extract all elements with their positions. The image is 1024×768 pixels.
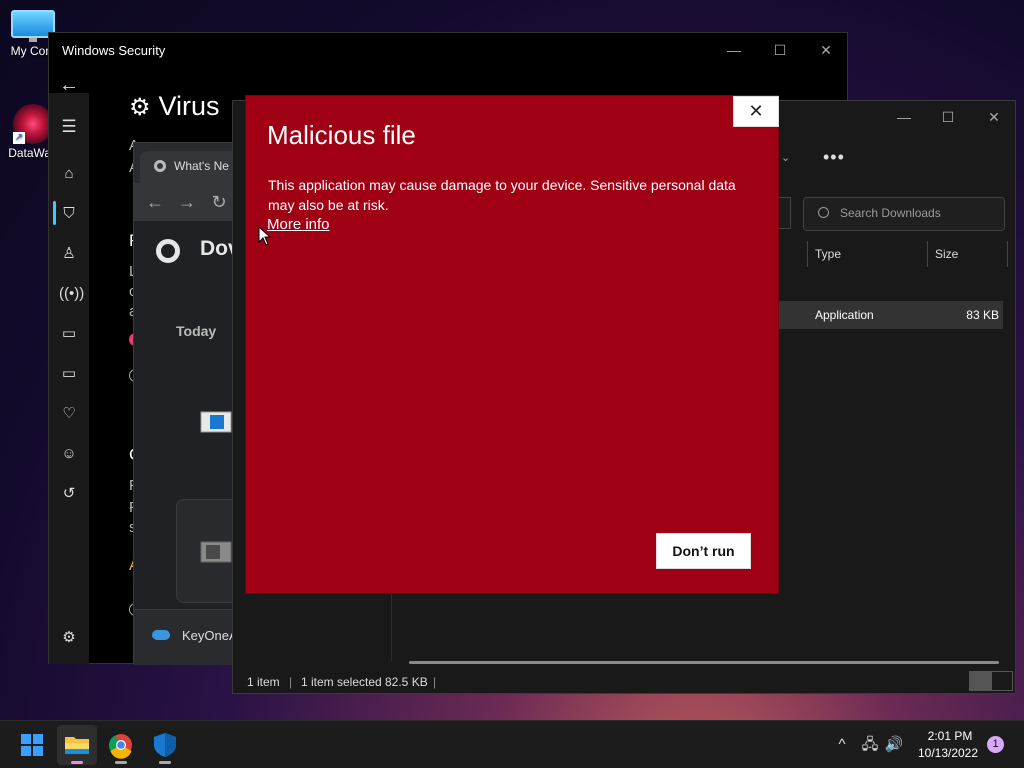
column-header-size[interactable]: Size: [935, 247, 958, 261]
minimize-button[interactable]: —: [893, 106, 915, 128]
datawag-app-icon: ↗: [13, 104, 53, 144]
app-browser-icon[interactable]: ▭: [59, 324, 79, 344]
maximize-button[interactable]: ☐: [769, 39, 791, 61]
shortcut-arrow-icon: ↗: [13, 132, 25, 144]
downloads-date-heading: Today: [176, 323, 217, 339]
forward-icon[interactable]: →: [176, 191, 198, 213]
start-button[interactable]: [12, 725, 52, 765]
chrome-tab-title: What's Ne: [174, 159, 229, 173]
close-button[interactable]: ✕: [815, 39, 837, 61]
dialog-close-button[interactable]: ✕: [733, 96, 779, 127]
column-divider[interactable]: [927, 241, 928, 267]
selected-nav-indicator: [53, 201, 56, 225]
dialog-title: Malicious file: [267, 120, 416, 150]
details-view-button[interactable]: [969, 671, 991, 691]
health-icon[interactable]: ♡: [59, 404, 79, 424]
back-arrow-icon[interactable]: ←: [59, 75, 79, 95]
film-file-icon: [200, 541, 232, 563]
security-shield-icon: [154, 733, 176, 757]
dont-run-button[interactable]: Don’t run: [656, 533, 751, 569]
more-info-link[interactable]: More info: [267, 216, 330, 233]
clock-date[interactable]: 10/13/2022: [912, 746, 984, 760]
running-indicator: [159, 761, 171, 764]
search-box[interactable]: [803, 197, 1005, 231]
status-selected-count: 1 item selected: [301, 675, 382, 689]
file-type: Application: [815, 308, 874, 322]
folder-icon: [65, 737, 89, 754]
settings-gear-icon[interactable]: ⚙: [59, 628, 79, 648]
onedrive-cloud-icon: [152, 630, 170, 640]
family-icon[interactable]: ☺: [59, 444, 79, 464]
title-bar[interactable]: Windows Security — ☐ ✕: [49, 33, 847, 67]
page-title-text: Virus: [158, 91, 220, 121]
status-item-count: 1 item: [247, 675, 280, 689]
reload-icon[interactable]: ↻: [208, 191, 230, 213]
taskbar: ^ 🖧 🔊 2:01 PM 10/13/2022 1: [0, 720, 1024, 768]
search-icon: [818, 207, 829, 218]
mouse-cursor-icon: [258, 226, 272, 246]
tiles-view-button[interactable]: [991, 671, 1013, 691]
chevron-down-icon[interactable]: ⌄: [781, 151, 790, 164]
file-size: 83 KB: [966, 308, 999, 322]
taskbar-windows-security[interactable]: [145, 725, 185, 765]
device-security-icon[interactable]: ▭: [59, 364, 79, 384]
horizontal-scrollbar[interactable]: [409, 661, 999, 664]
volume-icon[interactable]: 🔊: [884, 735, 904, 755]
running-indicator: [115, 761, 127, 764]
chrome-logo-icon: [156, 239, 180, 263]
taskbar-file-explorer[interactable]: [57, 725, 97, 765]
malicious-file-dialog: ✕ Malicious file This application may ca…: [245, 95, 779, 594]
taskbar-chrome[interactable]: [101, 725, 141, 765]
home-icon[interactable]: ⌂: [59, 164, 79, 184]
active-indicator: [71, 761, 83, 764]
clock-time[interactable]: 2:01 PM: [918, 729, 982, 743]
network-icon[interactable]: 🖧: [860, 735, 880, 755]
status-bar: 1 item | 1 item selected 82.5 KB |: [233, 671, 1015, 695]
back-icon[interactable]: ←: [144, 191, 166, 213]
column-header-type[interactable]: Type: [815, 247, 841, 261]
chrome-tab-icon: [154, 160, 166, 172]
column-divider[interactable]: [1007, 241, 1008, 267]
virus-protection-gear-icon: ⚙: [129, 94, 151, 121]
maximize-button[interactable]: ☐: [937, 106, 959, 128]
shield-icon[interactable]: ⛉: [59, 204, 79, 224]
page-title: ⚙ Virus: [129, 91, 220, 122]
windows-start-icon: [21, 734, 43, 756]
minimize-button[interactable]: —: [723, 39, 745, 61]
history-icon[interactable]: ↺: [59, 484, 79, 504]
chrome-icon: [108, 734, 132, 759]
close-button[interactable]: ✕: [983, 106, 1005, 128]
hamburger-menu-icon[interactable]: ☰: [59, 117, 79, 137]
file-row[interactable]: Application 83 KB: [779, 301, 1003, 329]
column-divider[interactable]: [807, 241, 808, 267]
more-options-button[interactable]: •••: [823, 147, 845, 168]
installer-file-icon: [200, 411, 232, 433]
network-icon[interactable]: ((•)): [59, 284, 84, 304]
ws-sidebar: ☰ ⌂ ⛉ ♙ ((•)) ▭ ▭ ♡ ☺ ↺ ⚙: [49, 93, 89, 664]
search-input[interactable]: [840, 206, 1000, 220]
dialog-message: This application may cause damage to you…: [268, 177, 736, 213]
account-icon[interactable]: ♙: [59, 244, 79, 264]
notification-badge[interactable]: 1: [987, 736, 1004, 753]
window-title: Windows Security: [62, 43, 166, 58]
status-selected-size: 82.5 KB: [385, 675, 428, 689]
chevron-up-icon[interactable]: ^: [832, 735, 852, 755]
onedrive-item-label[interactable]: KeyOneA: [182, 628, 238, 643]
